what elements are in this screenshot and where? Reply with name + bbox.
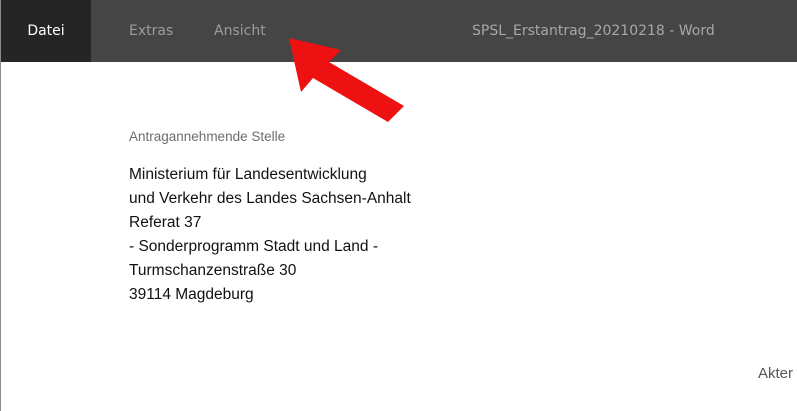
menu-ansicht[interactable]: Ansicht: [214, 0, 266, 62]
menu-datei[interactable]: Datei: [1, 0, 91, 62]
address-line: und Verkehr des Landes Sachsen-Anhalt: [129, 190, 411, 207]
address-line: Ministerium für Landesentwicklung: [129, 166, 367, 183]
window-title: SPSL_Erstantrag_20210218 - Word: [472, 23, 715, 39]
address-line: Referat 37: [129, 214, 202, 231]
cut-off-text: Akter: [758, 365, 794, 382]
recipient-address: Ministerium für Landesentwicklung und Ve…: [129, 163, 411, 307]
address-line: Turmschanzenstraße 30: [129, 262, 297, 279]
word-window: Datei Extras Ansicht SPSL_Erstantrag_202…: [0, 0, 797, 411]
menu-extras[interactable]: Extras: [129, 0, 173, 62]
address-line: - Sonderprogramm Stadt und Land -: [129, 238, 378, 255]
address-line: 39114 Magdeburg: [129, 286, 254, 303]
document-page[interactable]: Antragannehmende Stelle Ministerium für …: [1, 62, 797, 411]
title-bar: Datei Extras Ansicht SPSL_Erstantrag_202…: [1, 0, 797, 62]
section-label: Antragannehmende Stelle: [129, 129, 286, 144]
